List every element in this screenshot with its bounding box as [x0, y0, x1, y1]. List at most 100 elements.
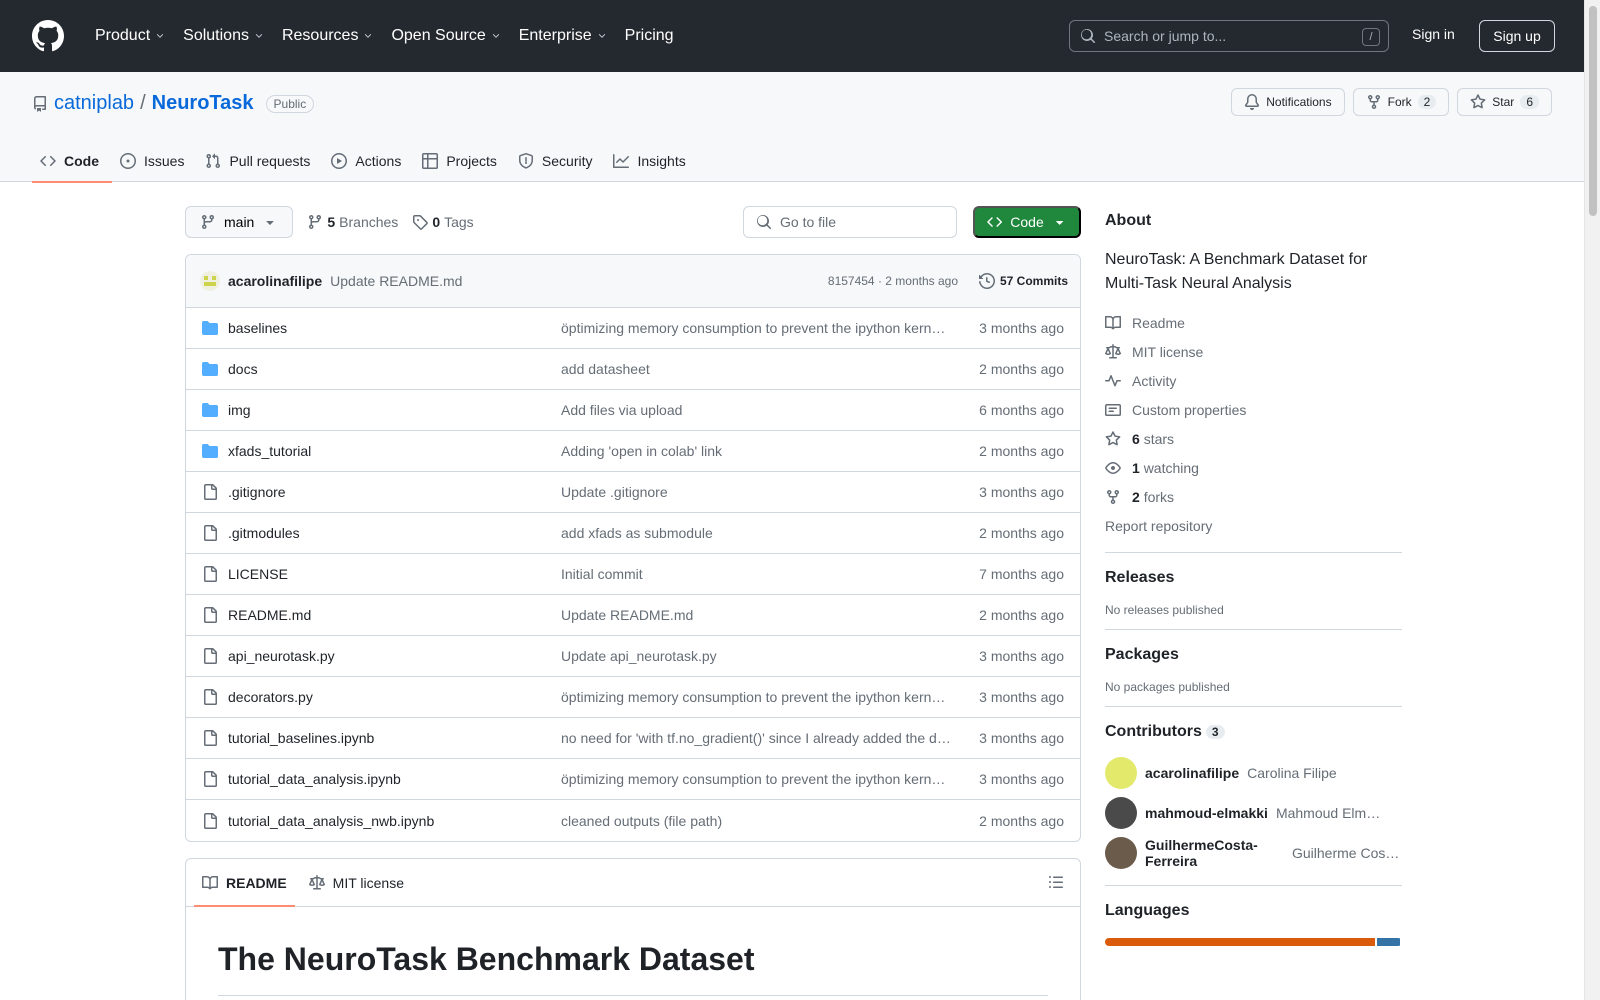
- commits-link[interactable]: 57 Commits: [978, 273, 1068, 289]
- code-dropdown-button[interactable]: Code: [973, 206, 1081, 238]
- file-commit-message-link[interactable]: Update README.md: [561, 607, 951, 623]
- fork-icon: [1107, 489, 1119, 504]
- nav-item-enterprise[interactable]: Enterprise: [510, 27, 616, 45]
- nav-item-solutions[interactable]: Solutions: [174, 27, 273, 45]
- releases-title[interactable]: Releases: [1105, 569, 1402, 587]
- nav-item-product[interactable]: Product: [86, 27, 174, 45]
- about-item-forks[interactable]: 2 forks: [1105, 482, 1402, 511]
- file-name-link[interactable]: img: [228, 402, 251, 418]
- tab-projects[interactable]: Projects: [414, 140, 510, 182]
- avatar[interactable]: [1105, 757, 1137, 789]
- latest-commit-row: acarolinafilipe Update README.md 8157454…: [186, 255, 1080, 308]
- file-icon: [204, 771, 217, 787]
- sidebar-divider: [1105, 552, 1402, 553]
- file-name-link[interactable]: .gitmodules: [228, 525, 300, 541]
- avatar[interactable]: [1105, 837, 1137, 869]
- file-commit-message-link[interactable]: Update .gitignore: [561, 484, 951, 500]
- file-commit-message-link[interactable]: no need for 'with tf.no_gradient()' sinc…: [561, 730, 951, 746]
- nav-item-pricing[interactable]: Pricing: [616, 27, 683, 45]
- file-commit-message-link[interactable]: add datasheet: [561, 361, 951, 377]
- play-icon: [331, 153, 348, 169]
- file-name-link[interactable]: LICENSE: [228, 566, 288, 582]
- file-name-link[interactable]: README.md: [228, 607, 311, 623]
- file-commit-message-link[interactable]: öptimizing memory consumption to prevent…: [561, 771, 951, 787]
- page-scrollbar[interactable]: [1584, 0, 1600, 1000]
- about-item-readme[interactable]: Readme: [1105, 308, 1402, 337]
- repo-owner-link[interactable]: catniplab: [54, 92, 134, 115]
- sidebar-divider: [1105, 629, 1402, 630]
- notifications-button[interactable]: Notifications: [1231, 88, 1345, 116]
- about-item-watching[interactable]: 1 watching: [1105, 453, 1402, 482]
- nav-item-open-source[interactable]: Open Source: [382, 27, 509, 45]
- file-name-link[interactable]: tutorial_baselines.ipynb: [228, 730, 374, 746]
- about-item-stars[interactable]: 6 stars: [1105, 424, 1402, 453]
- license-tab[interactable]: MIT license: [301, 859, 412, 906]
- branches-label: Branches: [339, 214, 399, 230]
- file-commit-message-link[interactable]: Add files via upload: [561, 402, 951, 418]
- commit-author-link[interactable]: acarolinafilipe: [228, 273, 322, 289]
- avatar[interactable]: [1105, 797, 1137, 829]
- contributor-login[interactable]: GuilhermeCosta-Ferreira: [1145, 837, 1284, 869]
- file-name-link[interactable]: xfads_tutorial: [228, 443, 311, 459]
- file-name-link[interactable]: tutorial_data_analysis_nwb.ipynb: [228, 813, 434, 829]
- commit-message-link[interactable]: Update README.md: [330, 273, 462, 289]
- about-item-mit-license[interactable]: MIT license: [1105, 337, 1402, 366]
- about-item-activity[interactable]: Activity: [1105, 366, 1402, 395]
- tab-insights[interactable]: Insights: [605, 140, 698, 182]
- fork-button[interactable]: Fork 2: [1352, 88, 1450, 116]
- contributor-item[interactable]: acarolinafilipe Carolina Filipe: [1105, 753, 1402, 793]
- file-name-link[interactable]: baselines: [228, 320, 287, 336]
- file-toolbar: main 5 Branches 0 Tags Go to file Code: [185, 206, 1081, 238]
- contributor-login[interactable]: mahmoud-elmakki: [1145, 805, 1268, 821]
- tags-link[interactable]: 0 Tags: [412, 214, 474, 230]
- contributor-login[interactable]: acarolinafilipe: [1145, 765, 1239, 781]
- avatar[interactable]: [200, 271, 220, 291]
- sign-up-button[interactable]: Sign up: [1479, 20, 1555, 52]
- file-commit-message-link[interactable]: öptimizing memory consumption to prevent…: [561, 689, 951, 705]
- star-button[interactable]: Star 6: [1457, 88, 1552, 116]
- repo-name-link[interactable]: NeuroTask: [152, 92, 254, 115]
- nav-item-label: Open Source: [391, 27, 486, 44]
- sign-in-link[interactable]: Sign in: [1412, 26, 1455, 42]
- branch-selector[interactable]: main: [185, 206, 294, 238]
- file-commit-message-link[interactable]: öptimizing memory consumption to prevent…: [561, 320, 951, 336]
- tab-code[interactable]: Code: [32, 140, 112, 183]
- file-name-link[interactable]: .gitignore: [228, 484, 286, 500]
- file-commit-message-link[interactable]: Adding 'open in colab' link: [561, 443, 951, 459]
- github-logo-icon[interactable]: [32, 20, 64, 52]
- go-to-file-input[interactable]: Go to file: [743, 206, 957, 238]
- contributor-item[interactable]: GuilhermeCosta-Ferreira Guilherme Costa-F…: [1105, 833, 1402, 873]
- contributor-name: Mahmoud Elmakki: [1275, 805, 1386, 821]
- tab-security[interactable]: Security: [510, 140, 606, 182]
- branch-icon: [201, 215, 214, 230]
- nav-item-resources[interactable]: Resources: [273, 27, 382, 45]
- report-repository-link[interactable]: Report repository: [1105, 511, 1402, 540]
- file-commit-message-link[interactable]: add xfads as submodule: [561, 525, 951, 541]
- table-row: .gitignore Update .gitignore 3 months ago: [186, 472, 1080, 513]
- branches-link[interactable]: 5 Branches: [307, 214, 398, 230]
- contributors-heading[interactable]: Contributors 3: [1105, 723, 1402, 741]
- tab-issues[interactable]: Issues: [112, 140, 197, 182]
- file-name-link[interactable]: api_neurotask.py: [228, 648, 335, 664]
- book-icon: [202, 875, 218, 889]
- commit-hash-time[interactable]: 8157454 · 2 months ago: [828, 274, 958, 288]
- file-commit-date: 3 months ago: [979, 730, 1064, 746]
- contributor-item[interactable]: mahmoud-elmakki Mahmoud Elmakki: [1105, 793, 1402, 833]
- readme-tab[interactable]: README: [194, 859, 295, 907]
- language-segment[interactable]: [1105, 938, 1375, 946]
- file-commit-message-link[interactable]: Initial commit: [561, 566, 951, 582]
- tab-actions[interactable]: Actions: [323, 140, 414, 182]
- file-commit-message-link[interactable]: Update api_neurotask.py: [561, 648, 951, 664]
- about-item-custom-properties[interactable]: Custom properties: [1105, 395, 1402, 424]
- tab-pull-requests[interactable]: Pull requests: [197, 140, 323, 182]
- file-name-link[interactable]: tutorial_data_analysis.ipynb: [228, 771, 401, 787]
- language-segment[interactable]: [1376, 938, 1400, 946]
- search-input[interactable]: Search or jump to... /: [1069, 20, 1389, 52]
- file-name-link[interactable]: decorators.py: [228, 689, 313, 705]
- packages-title[interactable]: Packages: [1105, 646, 1402, 664]
- file-commit-message-link[interactable]: cleaned outputs (file path): [561, 813, 951, 829]
- tab-label: Insights: [637, 153, 686, 169]
- file-name-link[interactable]: docs: [228, 361, 258, 377]
- scrollbar-thumb[interactable]: [1589, 6, 1597, 216]
- list-unordered-icon[interactable]: [1048, 874, 1064, 890]
